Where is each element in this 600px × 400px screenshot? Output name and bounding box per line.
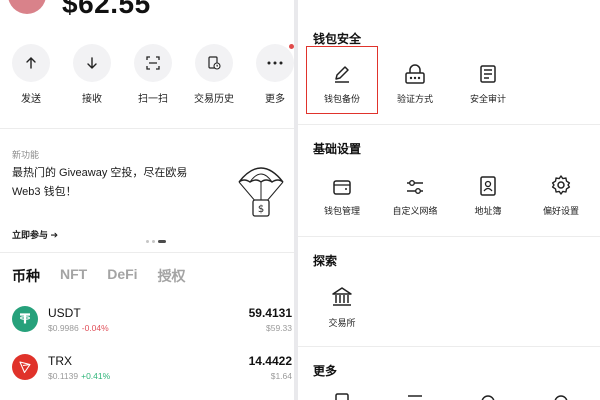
section-title-explore: 探索 (313, 254, 338, 268)
history-button[interactable]: 交易历史 (184, 44, 244, 105)
token-row-trx[interactable]: TRX $0.1139 +0.41% 14.4422 $1.64 (0, 354, 294, 398)
section-title-basic: 基础设置 (313, 142, 362, 156)
history-label: 交易历史 (194, 94, 234, 105)
more-item-icon[interactable] (407, 392, 423, 400)
carousel-pager[interactable] (146, 240, 166, 243)
more-button[interactable]: 更多 (245, 44, 294, 105)
section-title-security: 钱包安全 (313, 32, 362, 46)
address-book-label: 地址簿 (474, 206, 502, 216)
settings-panel: 钱包安全 钱包备份 验证方式 安全审计 基础设置 钱包管理 自定义网络 地址簿 … (298, 0, 600, 400)
asset-tabs: 币种 NFT DeFi 授权 (12, 266, 186, 286)
token-symbol: USDT (48, 306, 81, 320)
bank-icon (332, 287, 352, 306)
sliders-icon (407, 180, 423, 194)
pager-dot (146, 240, 149, 243)
security-audit-label: 安全审计 (469, 94, 506, 104)
history-icon (208, 56, 221, 70)
more-icons-row (298, 392, 600, 400)
security-audit-button[interactable]: 安全审计 (452, 54, 524, 116)
scan-icon (146, 56, 160, 70)
arrow-up-icon (26, 57, 36, 69)
token-amount: 14.4422 (248, 354, 292, 368)
pager-dot-active (158, 240, 166, 243)
document-icon (480, 65, 496, 83)
wallet-backup-label: 钱包备份 (323, 94, 360, 104)
promo-join-link[interactable]: 立即参与 ➔ (12, 228, 58, 241)
promo-text: 最热门的 Giveaway 空投，尽在欧易 Web3 钱包！ (12, 167, 188, 198)
more-item-icon[interactable] (480, 392, 496, 400)
section-title-more: 更多 (313, 364, 338, 378)
token-change: +0.41% (81, 371, 111, 381)
custom-network-label: 自定义网络 (392, 206, 438, 216)
promo-banner[interactable]: 新功能 最热门的 Giveaway 空投，尽在欧易 Web3 钱包！ 立即参与 … (0, 140, 294, 248)
more-icon (267, 61, 283, 65)
receive-button[interactable]: 接收 (62, 44, 122, 105)
custom-network-button[interactable]: 自定义网络 (379, 166, 451, 228)
token-amount: 59.4131 (248, 306, 292, 320)
receive-label: 接收 (82, 94, 102, 105)
exchange-label: 交易所 (328, 318, 356, 328)
token-row-usdt[interactable]: USDT $0.9986 -0.04% 59.4131 $59.33 (0, 306, 294, 350)
notification-dot (289, 44, 294, 49)
wallet-icon (333, 180, 351, 195)
parachute-icon: $ (238, 167, 284, 217)
more-item-icon[interactable] (334, 392, 350, 400)
gear-icon (551, 175, 571, 195)
token-price: $0.1139 +0.41% (48, 371, 111, 381)
wallet-panel: $62.55 发送 接收 扫一扫 交易历史 更多 新功能 最热门的 Giveaw… (0, 0, 294, 400)
quick-actions: 发送 接收 扫一扫 交易历史 更多 (0, 44, 294, 114)
arrow-down-icon (87, 57, 97, 69)
wallet-management-label: 钱包管理 (323, 206, 360, 216)
verification-method-label: 验证方式 (396, 94, 433, 104)
exchange-button[interactable]: 交易所 (306, 278, 378, 340)
send-button[interactable]: 发送 (1, 44, 61, 105)
more-label: 更多 (265, 94, 285, 105)
pager-dot (152, 240, 155, 243)
more-item-icon[interactable] (553, 392, 569, 400)
wallet-backup-button[interactable]: 钱包备份 (306, 54, 378, 116)
tab-defi[interactable]: DeFi (107, 266, 137, 286)
scan-label: 扫一扫 (138, 94, 168, 105)
divider (0, 252, 294, 253)
keypad-icon (405, 64, 425, 84)
scan-button[interactable]: 扫一扫 (123, 44, 183, 105)
wallet-management-button[interactable]: 钱包管理 (306, 166, 378, 228)
total-balance: $62.55 (62, 0, 151, 19)
usdt-logo-icon (12, 306, 38, 332)
token-value: $1.64 (270, 371, 292, 381)
tab-approvals[interactable]: 授权 (158, 266, 186, 286)
pencil-icon (335, 66, 349, 83)
tab-nft[interactable]: NFT (60, 266, 87, 286)
divider (298, 346, 600, 347)
send-label: 发送 (21, 94, 41, 105)
verification-method-button[interactable]: 验证方式 (379, 54, 451, 116)
tab-tokens[interactable]: 币种 (12, 266, 40, 286)
preferences-button[interactable]: 偏好设置 (525, 166, 597, 228)
token-symbol: TRX (48, 354, 72, 368)
trx-logo-icon (12, 354, 38, 380)
svg-text:$: $ (258, 204, 264, 215)
preferences-label: 偏好设置 (542, 206, 579, 216)
token-value: $59.33 (266, 323, 292, 333)
token-price: $0.9986 -0.04% (48, 323, 109, 333)
divider (298, 124, 600, 125)
token-change: -0.04% (81, 323, 109, 333)
address-book-button[interactable]: 地址簿 (452, 166, 524, 228)
balance-header: $62.55 (0, 0, 294, 26)
divider (298, 236, 600, 237)
promo-tag: 新功能 (12, 150, 40, 160)
contact-book-icon (480, 176, 496, 196)
divider (0, 128, 294, 129)
avatar[interactable] (8, 0, 46, 14)
